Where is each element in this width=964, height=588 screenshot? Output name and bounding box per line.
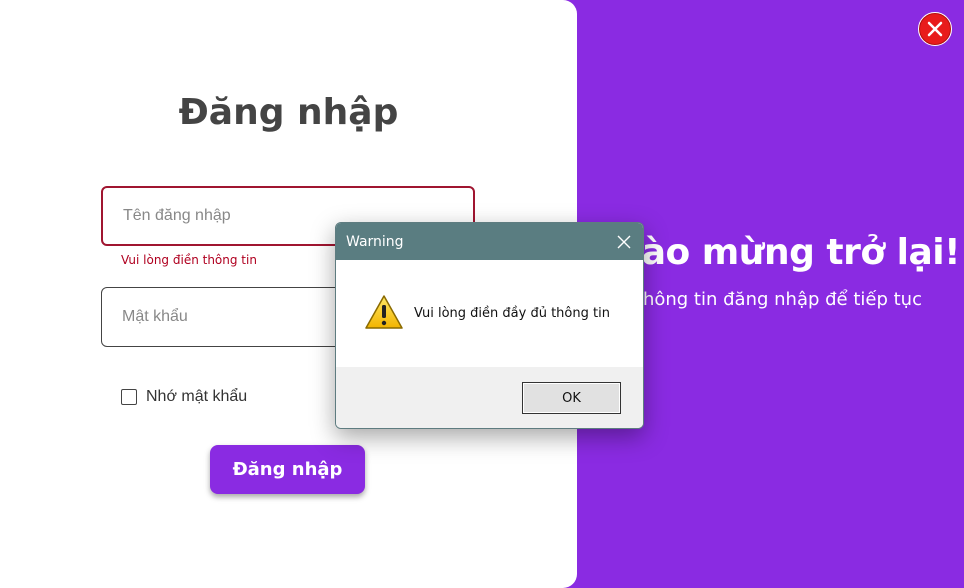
dialog-close-icon[interactable] <box>617 235 631 249</box>
welcome-title: hào mừng trở lại! <box>616 232 960 273</box>
remember-checkbox[interactable] <box>121 389 137 405</box>
dialog-body: Vui lòng điền đầy đủ thông tin <box>336 260 643 367</box>
username-error-text: Vui lòng điền thông tin <box>121 253 257 267</box>
login-title: Đăng nhập <box>178 92 399 133</box>
remember-password[interactable]: Nhớ mật khẩu <box>121 388 247 406</box>
dialog-footer: OK <box>336 367 643 428</box>
close-app-button[interactable] <box>918 12 952 46</box>
dialog-title: Warning <box>346 234 404 250</box>
dialog-titlebar[interactable]: Warning <box>336 223 643 260</box>
warning-icon <box>365 295 403 329</box>
welcome-subtitle: ập thông tin đăng nhập để tiếp tục <box>607 289 922 310</box>
remember-label: Nhớ mật khẩu <box>146 388 248 405</box>
login-button[interactable]: Đăng nhập <box>210 445 365 494</box>
close-icon <box>927 21 943 37</box>
ok-button[interactable]: OK <box>522 382 621 414</box>
warning-dialog: Warning Vui lòng điền đầy đủ thông tin O… <box>335 222 644 429</box>
dialog-message: Vui lòng điền đầy đủ thông tin <box>414 306 610 321</box>
